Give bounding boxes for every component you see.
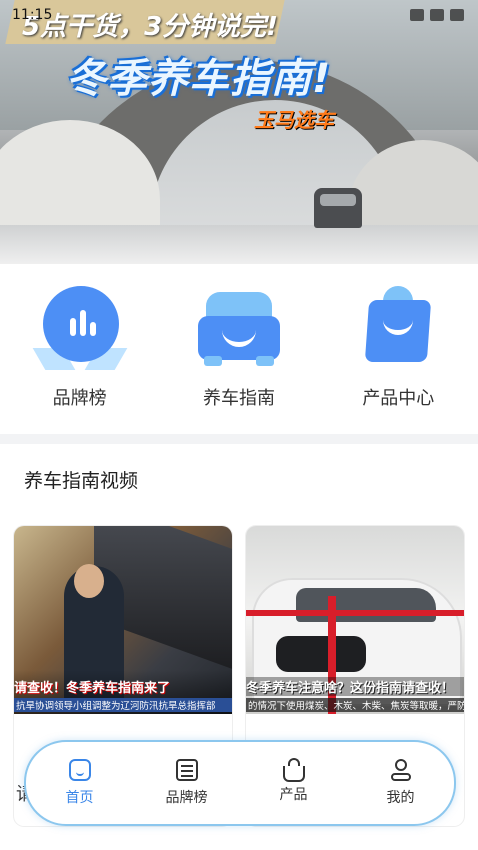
nav-home[interactable]: 首页 xyxy=(35,759,125,807)
video-caption: 冬季养车注意啥？这份指南请查收！ xyxy=(246,677,464,696)
shopping-bag-icon xyxy=(353,286,443,376)
battery-icon xyxy=(450,9,464,21)
nav-label: 首页 xyxy=(65,790,94,806)
video-subcaption: 抗旱协调领导小组调整为辽河防汛抗旱总指挥部 xyxy=(14,698,232,712)
nav-brand-ranking[interactable]: 品牌榜 xyxy=(142,759,232,807)
basket-icon xyxy=(282,758,305,782)
banner-car xyxy=(314,188,362,228)
promo-banner[interactable]: 5点干货，3分钟说完! 冬季养车指南! 玉马选车 xyxy=(0,0,478,264)
banner-road xyxy=(0,225,478,264)
nav-label: 产品 xyxy=(279,787,308,803)
wifi-icon xyxy=(410,9,424,21)
home-icon xyxy=(68,759,91,781)
nav-label: 我的 xyxy=(386,790,415,806)
category-label: 产品中心 xyxy=(362,388,435,409)
banner-logo: 玉马选车 xyxy=(254,108,334,132)
user-icon xyxy=(390,759,412,781)
category-label: 品牌榜 xyxy=(52,388,107,409)
signal-icon xyxy=(430,9,444,21)
nav-products[interactable]: 产品 xyxy=(249,758,339,804)
video-caption: 请查收！冬季养车指南来了 xyxy=(14,681,171,696)
status-icons xyxy=(410,9,464,21)
video-subcaption: 的情况下使用煤炭、木炭、木柴、焦炭等取暖，严防一氧化碳 xyxy=(246,698,464,712)
category-brand-ranking[interactable]: 品牌榜 xyxy=(10,286,150,410)
video-thumbnail: 请查收！冬季养车指南来了 抗旱协调领导小组调整为辽河防汛抗旱总指挥部 xyxy=(14,526,232,714)
category-grid: 品牌榜 养车指南 产品中心 xyxy=(0,264,478,434)
section-title: 养车指南视频 xyxy=(24,470,139,492)
status-time: 11:15 xyxy=(12,7,53,23)
category-product-center[interactable]: 产品中心 xyxy=(328,286,468,410)
nav-label: 品牌榜 xyxy=(165,790,208,806)
car-smile-icon xyxy=(194,286,284,376)
nav-profile[interactable]: 我的 xyxy=(356,759,446,807)
bottom-navigation: 首页 品牌榜 产品 我的 xyxy=(24,740,456,826)
category-label: 养车指南 xyxy=(202,388,275,409)
medal-chart-icon xyxy=(32,286,128,376)
banner-headline-big: 冬季养车指南! xyxy=(66,56,332,102)
category-car-care-guide[interactable]: 养车指南 xyxy=(169,286,309,410)
status-bar: 11:15 xyxy=(0,0,478,30)
list-icon xyxy=(175,759,198,781)
video-thumbnail: 冬季养车注意啥？这份指南请查收！ 的情况下使用煤炭、木炭、木柴、焦炭等取暖，严防… xyxy=(246,526,464,714)
